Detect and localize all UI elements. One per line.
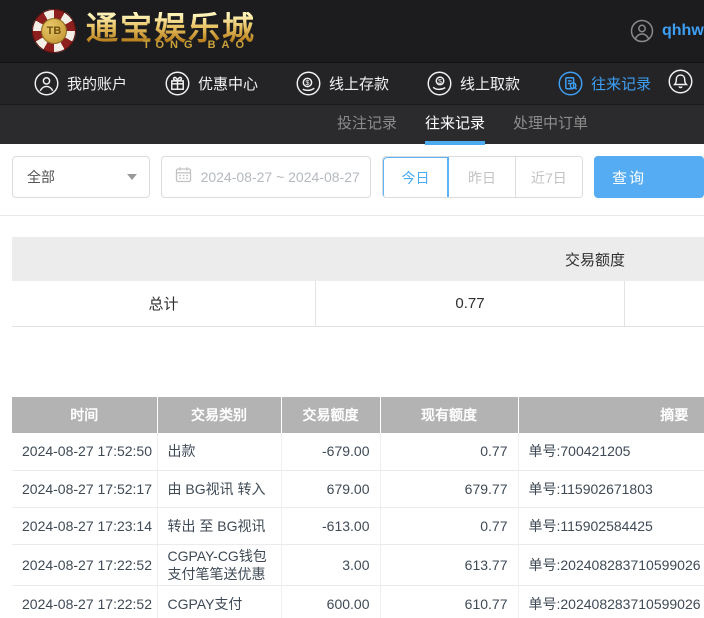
section-divider <box>0 215 704 216</box>
cell-time: 2024-08-27 17:22:52 <box>12 585 158 618</box>
column-header-memo: 摘要 <box>518 397 704 433</box>
quick-range-yesterday[interactable]: 昨日 <box>449 157 516 197</box>
cell-amount: 3.00 <box>281 544 381 586</box>
withdraw-coin-icon: $ <box>427 71 452 96</box>
main-navigation: 我的账户 优惠中心 $ 线上存款 $ 线上取款 往来记录 <box>0 62 704 104</box>
avatar-icon <box>630 19 654 43</box>
notifications-button[interactable] <box>668 63 693 105</box>
quick-range-last7days[interactable]: 近7日 <box>515 157 582 197</box>
summary-total-label: 总计 <box>12 281 316 326</box>
category-select[interactable]: 全部 <box>12 156 150 198</box>
top-header: TB 通宝娱乐城 TONG BAO qhhw <box>0 0 704 62</box>
table-header-row: 时间 交易类别 交易额度 现有额度 摘要 <box>12 397 704 433</box>
nav-item-label: 线上取款 <box>460 76 521 93</box>
table-row: 2024-08-27 17:23:14 转出 至 BG视讯 -613.00 0.… <box>12 507 704 545</box>
cell-memo: 单号:202408283710599026 <box>518 585 704 618</box>
svg-text:$: $ <box>305 78 309 87</box>
transactions-table: 时间 交易类别 交易额度 现有额度 摘要 2024-08-27 17:52:50… <box>12 397 704 618</box>
cell-type: 转出 至 BG视讯 <box>157 507 282 545</box>
nav-item-deposit[interactable]: $ 线上存款 <box>296 71 389 96</box>
cell-time: 2024-08-27 17:23:14 <box>12 507 158 545</box>
quick-range-today[interactable]: 今日 <box>382 157 450 197</box>
column-header-time: 时间 <box>12 397 158 433</box>
cell-type: CGPAY支付 <box>157 585 282 618</box>
nav-item-label: 我的账户 <box>67 76 128 93</box>
nav-item-label: 优惠中心 <box>198 76 259 93</box>
cell-amount: 600.00 <box>281 585 381 618</box>
username-label: qhhw <box>662 22 704 39</box>
cell-memo: 单号:202408283710599026 <box>518 544 704 586</box>
gift-icon <box>165 71 190 96</box>
date-range-value: 2024-08-27 ~ 2024-08-27 <box>200 169 360 185</box>
cell-balance: 679.77 <box>380 470 519 508</box>
tab-bet-records[interactable]: 投注记录 <box>337 105 397 145</box>
site-logo[interactable]: TB 通宝娱乐城 TONG BAO <box>32 9 256 53</box>
cell-time: 2024-08-27 17:52:17 <box>12 470 158 508</box>
chevron-down-icon <box>126 174 137 180</box>
user-circle-icon <box>34 71 59 96</box>
column-header-type: 交易类别 <box>157 397 282 433</box>
quick-range-group: 今日 昨日 近7日 <box>381 156 583 198</box>
transactions-section: 时间 交易类别 交易额度 现有额度 摘要 2024-08-27 17:52:50… <box>12 397 704 618</box>
nav-item-label: 往来记录 <box>591 76 652 93</box>
nav-item-transactions[interactable]: 往来记录 <box>558 71 651 96</box>
cell-balance: 0.77 <box>380 507 519 545</box>
nav-item-promotions[interactable]: 优惠中心 <box>165 71 258 96</box>
cell-amount: -679.00 <box>281 433 381 471</box>
calendar-icon <box>175 166 192 188</box>
nav-item-my-account[interactable]: 我的账户 <box>34 71 127 96</box>
summary-total-row: 总计 0.77 <box>12 281 704 327</box>
filter-bar: 全部 2024-08-27 ~ 2024-08-27 今日 昨日 近7日 查询 <box>12 156 704 198</box>
category-select-value: 全部 <box>27 169 55 185</box>
deposit-coin-icon: $ <box>296 71 321 96</box>
summary-total-value: 0.77 <box>316 281 625 326</box>
cell-balance: 613.77 <box>380 544 519 586</box>
search-button[interactable]: 查询 <box>594 156 704 198</box>
records-icon <box>558 71 583 96</box>
tab-pending-orders[interactable]: 处理中订单 <box>513 105 588 145</box>
table-row: 2024-08-27 17:52:50 出款 -679.00 0.77 单号:7… <box>12 433 704 471</box>
summary-empty-cell <box>625 281 704 326</box>
cell-amount: -613.00 <box>281 507 381 545</box>
cell-time: 2024-08-27 17:52:50 <box>12 433 158 471</box>
cell-type: CGPAY-CG钱包支付笔笔送优惠 <box>157 544 282 586</box>
summary-header-label: 交易额度 <box>564 251 625 269</box>
cell-type: 出款 <box>157 433 282 471</box>
user-account[interactable]: qhhw <box>630 0 704 62</box>
nav-item-withdraw[interactable]: $ 线上取款 <box>427 71 520 96</box>
nav-item-label: 线上存款 <box>329 76 390 93</box>
sub-navigation: 投注记录 往来记录 处理中订单 <box>0 104 704 145</box>
cell-memo: 单号:700421205 <box>518 433 704 471</box>
cell-balance: 610.77 <box>380 585 519 618</box>
cell-amount: 679.00 <box>281 470 381 508</box>
table-row: 2024-08-27 17:22:52 CGPAY支付 600.00 610.7… <box>12 585 704 618</box>
summary-table: 交易额度 总计 0.77 <box>12 237 704 327</box>
svg-text:$: $ <box>438 78 442 85</box>
table-row: 2024-08-27 17:22:52 CGPAY-CG钱包支付笔笔送优惠 3.… <box>12 544 704 586</box>
cell-memo: 单号:115902671803 <box>518 470 704 508</box>
cell-time: 2024-08-27 17:22:52 <box>12 544 158 586</box>
table-row: 2024-08-27 17:52:17 由 BG视讯 转入 679.00 679… <box>12 470 704 508</box>
cell-memo: 单号:115902584425 <box>518 507 704 545</box>
chip-badge: TB <box>41 18 67 44</box>
cell-balance: 0.77 <box>380 433 519 471</box>
summary-header-row: 交易额度 <box>12 237 704 281</box>
bell-icon <box>668 69 693 99</box>
column-header-amount: 交易额度 <box>281 397 381 433</box>
cell-type: 由 BG视讯 转入 <box>157 470 282 508</box>
chip-logo-icon: TB <box>32 9 76 53</box>
tab-transaction-records[interactable]: 往来记录 <box>425 105 486 145</box>
column-header-balance: 现有额度 <box>380 397 519 433</box>
date-range-input[interactable]: 2024-08-27 ~ 2024-08-27 <box>160 156 371 198</box>
